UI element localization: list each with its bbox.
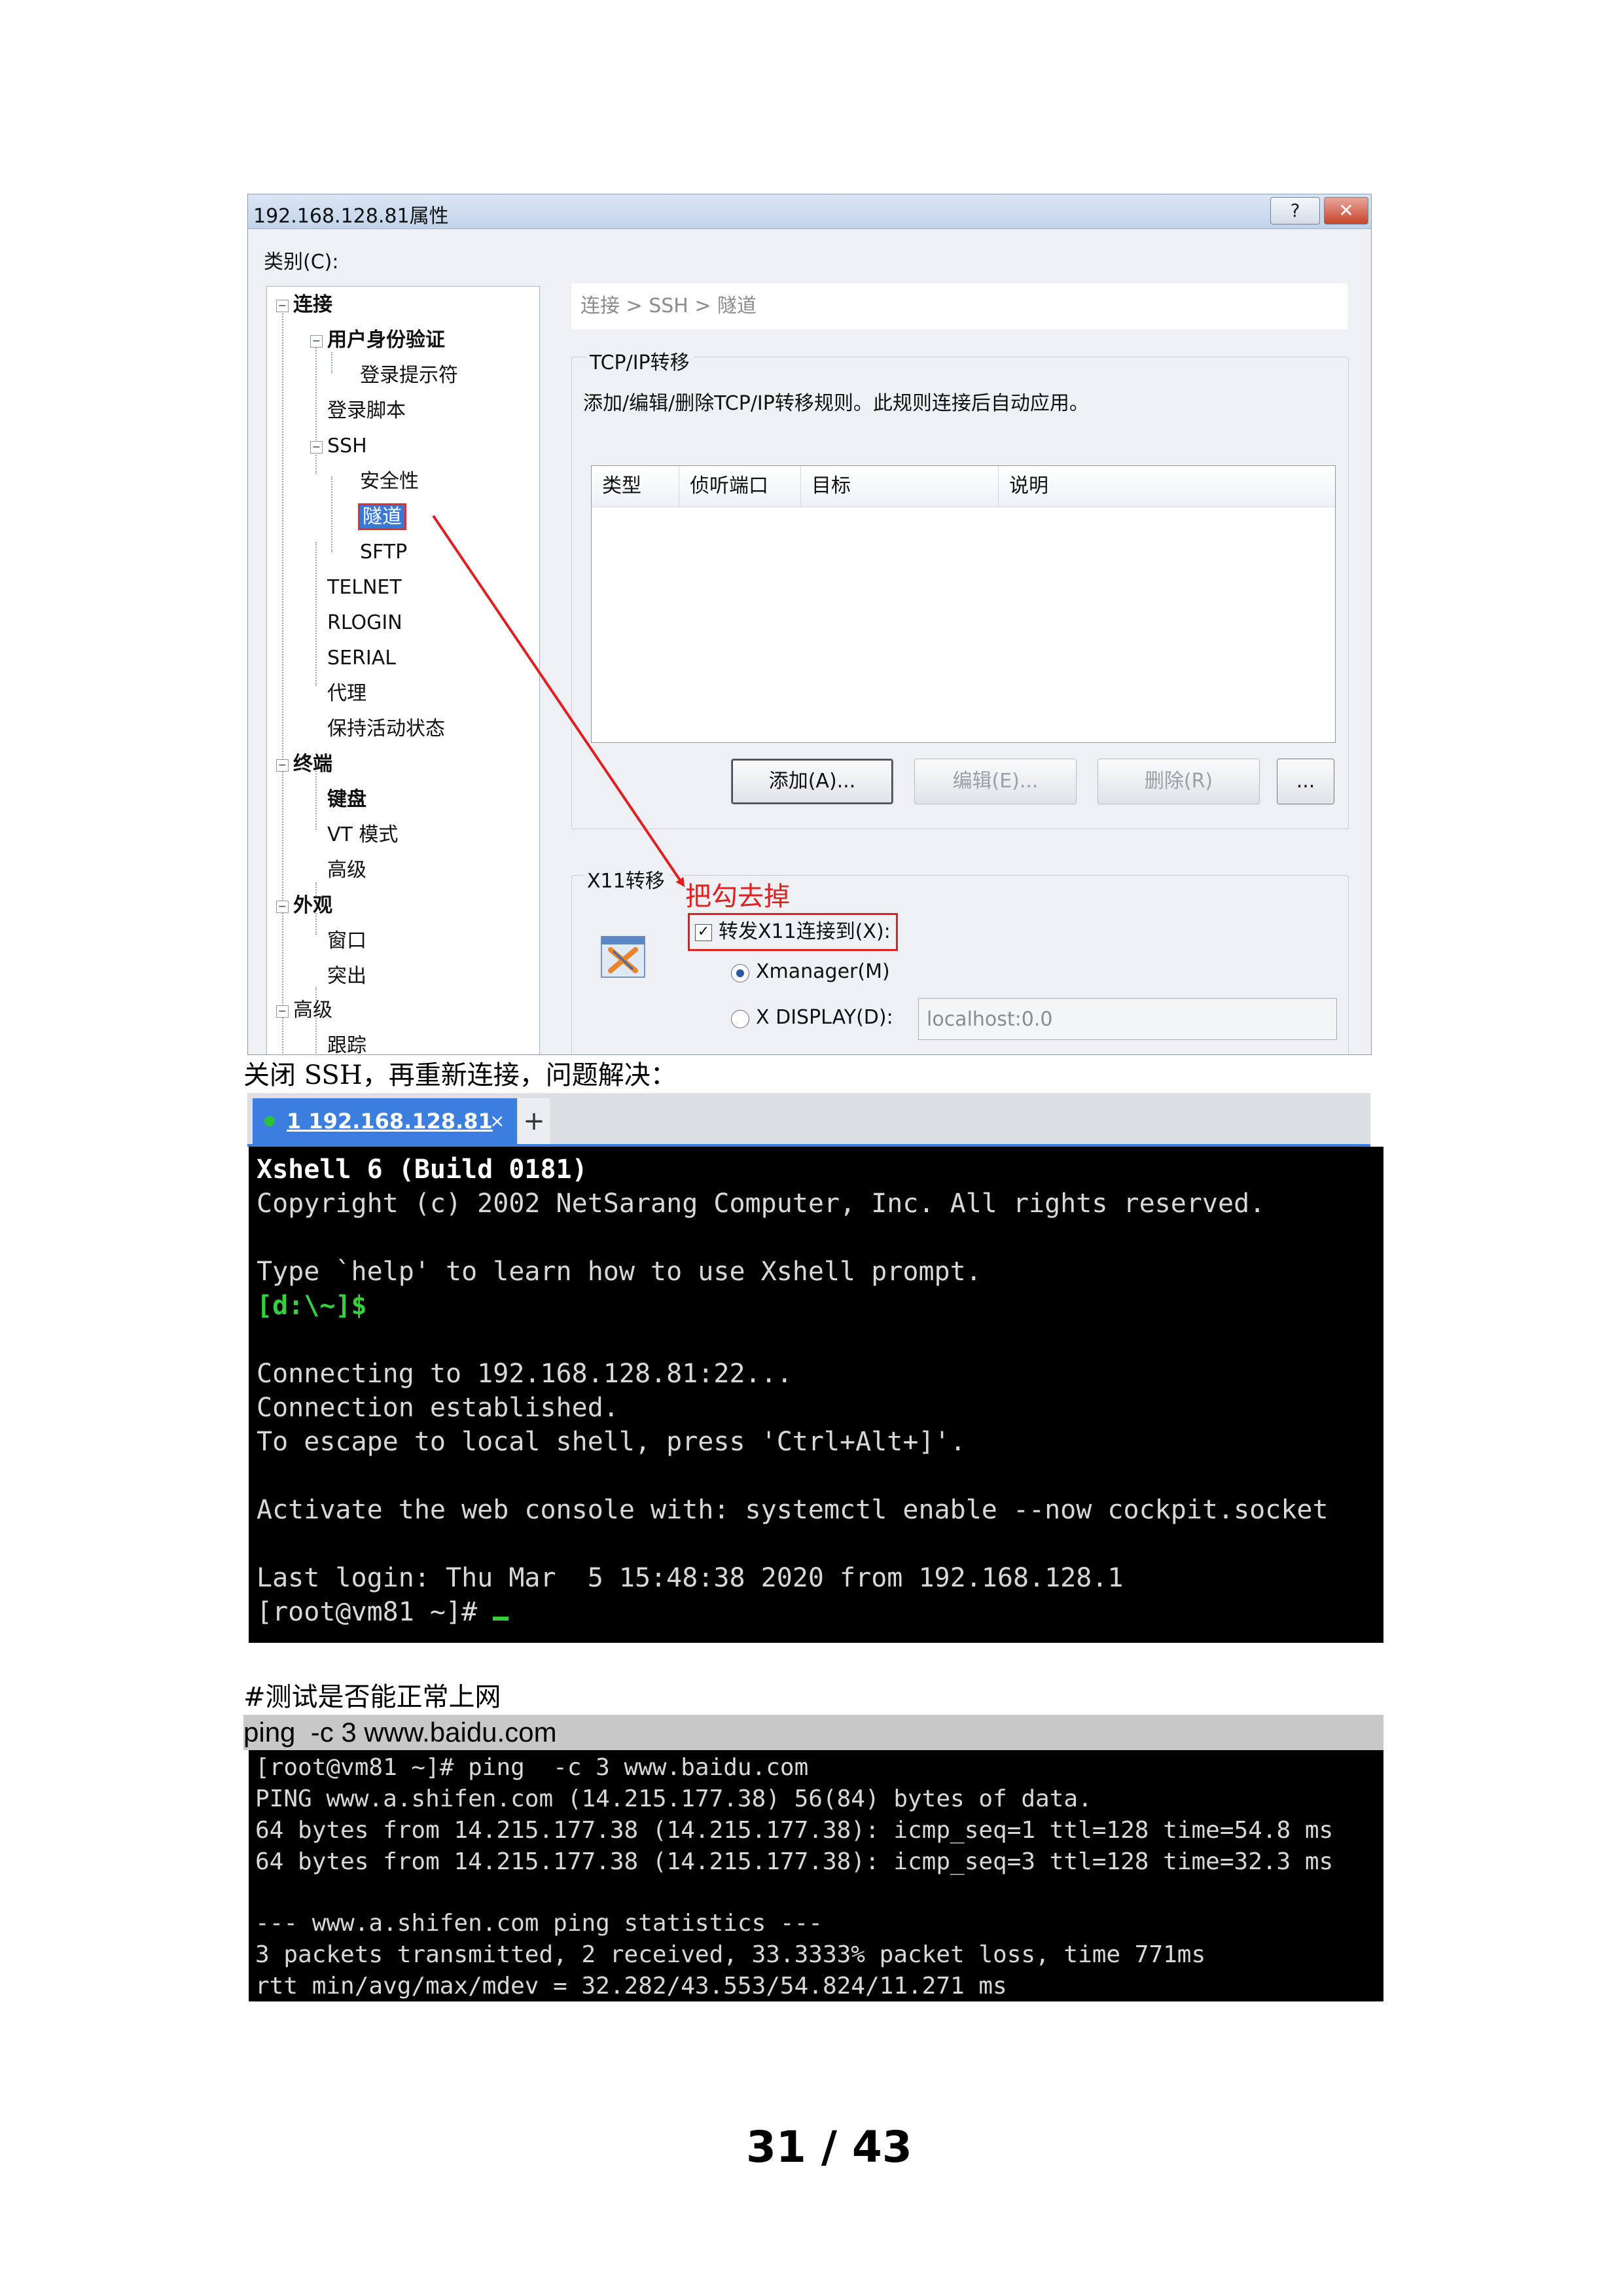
close-tab-icon[interactable]: × bbox=[490, 1098, 505, 1144]
terminal-line: 64 bytes from 14.215.177.38 (14.215.177.… bbox=[255, 1817, 1334, 1844]
tree-item-trace[interactable]: 跟踪 bbox=[327, 1034, 366, 1054]
cursor-icon bbox=[493, 1617, 509, 1621]
terminal-line: Type `help' to learn how to use Xshell p… bbox=[257, 1257, 982, 1287]
terminal-line: 64 bytes from 14.215.177.38 (14.215.177.… bbox=[255, 1848, 1334, 1875]
tree-item-advanced-root[interactable]: 高级 bbox=[293, 999, 332, 1022]
session-tab-label: 1 192.168.128.81 bbox=[287, 1109, 493, 1134]
collapse-toggle-icon[interactable]: − bbox=[276, 1005, 289, 1018]
terminal-line: --- www.a.shifen.com ping statistics --- bbox=[255, 1910, 823, 1937]
terminal-line: Connecting to 192.168.128.81:22... bbox=[257, 1359, 793, 1389]
terminal-line: Activate the web console with: systemctl… bbox=[257, 1495, 1329, 1525]
terminal-prompt: [root@vm81 ~]# bbox=[257, 1597, 493, 1627]
terminal-prompt-line: [root@vm81 ~]# bbox=[257, 1597, 509, 1627]
terminal-line: Last login: Thu Mar 5 15:48:38 2020 from… bbox=[257, 1563, 1124, 1593]
terminal-line: [root@vm81 ~]# ping -c 3 www.baidu.com bbox=[255, 1754, 809, 1781]
instruction-text: 关闭 SSH，再重新连接，问题解决： bbox=[243, 1060, 677, 1090]
terminal-line: To escape to local shell, press 'Ctrl+Al… bbox=[257, 1427, 966, 1457]
terminal-output[interactable]: Xshell 6 (Build 0181) Copyright (c) 2002… bbox=[249, 1147, 1383, 1643]
command-line: ping -c 3 www.baidu.com bbox=[243, 1715, 1383, 1750]
page-number: 31 / 43 bbox=[746, 2122, 912, 2172]
tab-bar: 1 192.168.128.81 × + bbox=[247, 1093, 1370, 1147]
terminal-line: 3 packets transmitted, 2 received, 33.33… bbox=[255, 1941, 1206, 1968]
terminal-line: Copyright (c) 2002 NetSarang Computer, I… bbox=[257, 1189, 1266, 1219]
xdisplay-label: X DISPLAY(D): bbox=[756, 1006, 893, 1029]
connected-status-icon bbox=[264, 1116, 275, 1126]
terminal-line: rtt min/avg/max/mdev = 32.282/43.553/54.… bbox=[255, 1973, 1007, 2000]
terminal-line: Connection established. bbox=[257, 1393, 619, 1423]
annotation-arrow bbox=[432, 514, 685, 888]
instruction-text: #测试是否能正常上网 bbox=[243, 1682, 501, 1712]
xdisplay-input[interactable]: localhost:0.0 bbox=[918, 998, 1337, 1040]
terminal-line: PING www.a.shifen.com (14.215.177.38) 56… bbox=[255, 1785, 1092, 1812]
terminal-line: [d:\~]$ bbox=[257, 1291, 367, 1321]
new-tab-button[interactable]: + bbox=[518, 1098, 550, 1144]
session-tab[interactable]: 1 192.168.128.81 × bbox=[253, 1098, 517, 1144]
ping-terminal-output[interactable]: [root@vm81 ~]# ping -c 3 www.baidu.com P… bbox=[249, 1750, 1383, 2001]
xdisplay-radio[interactable] bbox=[731, 1010, 749, 1028]
terminal-line: Xshell 6 (Build 0181) bbox=[257, 1155, 588, 1185]
